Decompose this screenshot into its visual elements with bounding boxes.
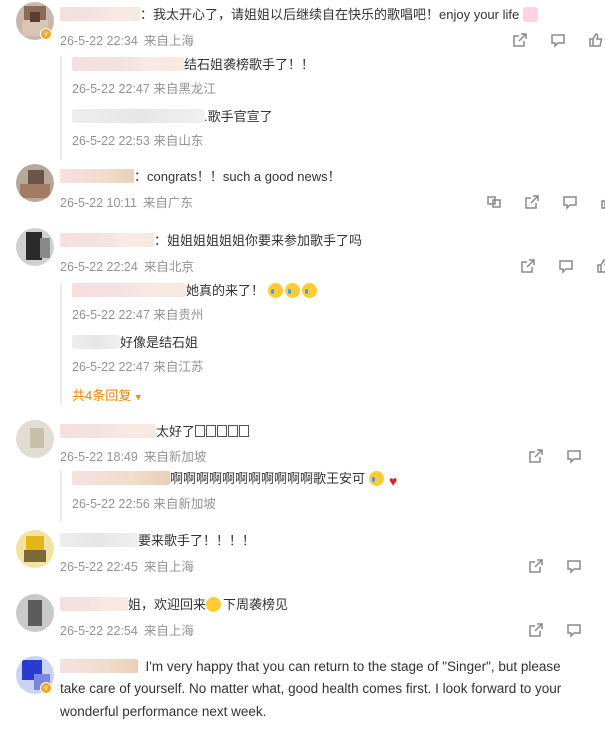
reply-list: 她真的来了！ 26-5-22 22:47 来自贵州 好像是结石姐 26-5-22…: [60, 282, 600, 406]
comment-meta: 26-5-22 22:24 来自北京: [60, 260, 194, 274]
username[interactable]: [60, 233, 154, 247]
thumbs-up-icon[interactable]: [599, 193, 605, 210]
comment-icon[interactable]: [565, 621, 582, 638]
comment-icon[interactable]: [561, 193, 578, 210]
comment-text-line: take care of yourself. No matter what, g…: [60, 681, 562, 696]
heart-icon: ♥: [388, 473, 398, 489]
more-replies-link[interactable]: 共4条回复 ▼: [72, 386, 600, 406]
username[interactable]: [60, 7, 140, 21]
comment-icon[interactable]: [549, 31, 566, 48]
share-icon[interactable]: [523, 193, 540, 210]
reply-item: 啊啊啊啊啊啊啊啊啊啊啊歌王安可 ♥ 26-5-22 22:56 来自新加坡: [72, 470, 600, 522]
share-icon[interactable]: [527, 447, 544, 464]
crying-emoji-icon: [301, 283, 317, 298]
avatar[interactable]: [16, 530, 54, 568]
share-icon[interactable]: [519, 257, 536, 274]
avatar[interactable]: [16, 228, 54, 266]
reply-list: 结石姐袭榜歌手了！！ 26-5-22 22:47 来自黑龙江 .歌手官宣了 26…: [60, 56, 600, 160]
reply-item: 好像是结石姐 26-5-22 22:47 来自江苏: [72, 335, 204, 374]
username[interactable]: [72, 57, 184, 71]
comment-icon[interactable]: [565, 447, 582, 464]
comment-text-line: wonderful performance next week.: [60, 704, 267, 719]
reply-item: 结石姐袭榜歌手了！！ 26-5-22 22:47 来自黑龙江: [72, 57, 315, 96]
avatar[interactable]: [16, 420, 54, 458]
thumbs-up-icon[interactable]: [587, 31, 604, 48]
reply-list: 啊啊啊啊啊啊啊啊啊啊啊歌王安可 ♥ 26-5-22 22:56 来自新加坡: [60, 470, 600, 522]
reply-item: .歌手官宣了 26-5-22 22:53 来自山东: [72, 109, 273, 148]
comment-icon[interactable]: [557, 257, 574, 274]
share-icon[interactable]: [511, 31, 528, 48]
comment-text: ：姐姐姐姐姐姐你要来参加歌手了吗: [60, 232, 362, 250]
comment-actions: 2: [490, 31, 605, 48]
translate-icon[interactable]: [485, 193, 502, 210]
comment-actions: [506, 621, 605, 638]
reply-item: 她真的来了！ 26-5-22 22:47 来自贵州: [72, 282, 600, 334]
username[interactable]: [72, 283, 186, 297]
username[interactable]: [72, 335, 120, 349]
username[interactable]: [60, 533, 138, 547]
comment-actions: [506, 557, 605, 574]
crying-emoji-icon: [284, 283, 300, 298]
avatar[interactable]: [16, 594, 54, 632]
comment-meta: 26-5-22 10:11 来自广东: [60, 196, 193, 210]
comment-meta: 26-5-22 22:54 来自上海: [60, 624, 194, 638]
party-emoji-icon: [522, 7, 538, 22]
comment-meta: 26-5-22 22:34 来自上海: [60, 34, 194, 48]
crying-emoji-icon: [368, 471, 384, 486]
comment-meta: 26-5-22 22:45 来自上海: [60, 560, 194, 574]
comment-text: I'm very happy that you can return to th…: [60, 656, 561, 679]
comment-actions: [464, 193, 605, 210]
verified-badge-icon: v: [40, 28, 52, 40]
comment-text: 太好了: [60, 423, 250, 441]
username[interactable]: [60, 659, 138, 673]
username[interactable]: [60, 169, 134, 183]
smile-emoji-icon: [206, 597, 222, 612]
comment-text: 要来歌手了！！！！: [60, 532, 255, 550]
avatar[interactable]: [16, 164, 54, 202]
share-icon[interactable]: [527, 621, 544, 638]
share-icon[interactable]: [527, 557, 544, 574]
verified-badge-icon: v: [40, 682, 52, 694]
comment-text: ：congrats！！such a good news！: [60, 168, 341, 186]
crying-emoji-icon: [267, 283, 283, 298]
username[interactable]: [72, 471, 170, 485]
username[interactable]: [60, 424, 156, 438]
thumbs-up-icon[interactable]: [595, 257, 605, 274]
comment-icon[interactable]: [565, 557, 582, 574]
username[interactable]: [72, 109, 204, 123]
comment-text: ：我太开心了，请姐姐以后继续自在快乐的歌唱吧！enjoy your life: [60, 6, 540, 24]
comment-meta: 26-5-22 18:49 来自新加坡: [60, 450, 207, 464]
username[interactable]: [60, 597, 128, 611]
caret-down-icon: ▼: [131, 392, 143, 402]
comment-actions: [498, 257, 605, 274]
comment-text: 姐，欢迎回来 下周袭榜见: [60, 596, 288, 614]
comment-actions: [506, 447, 605, 464]
